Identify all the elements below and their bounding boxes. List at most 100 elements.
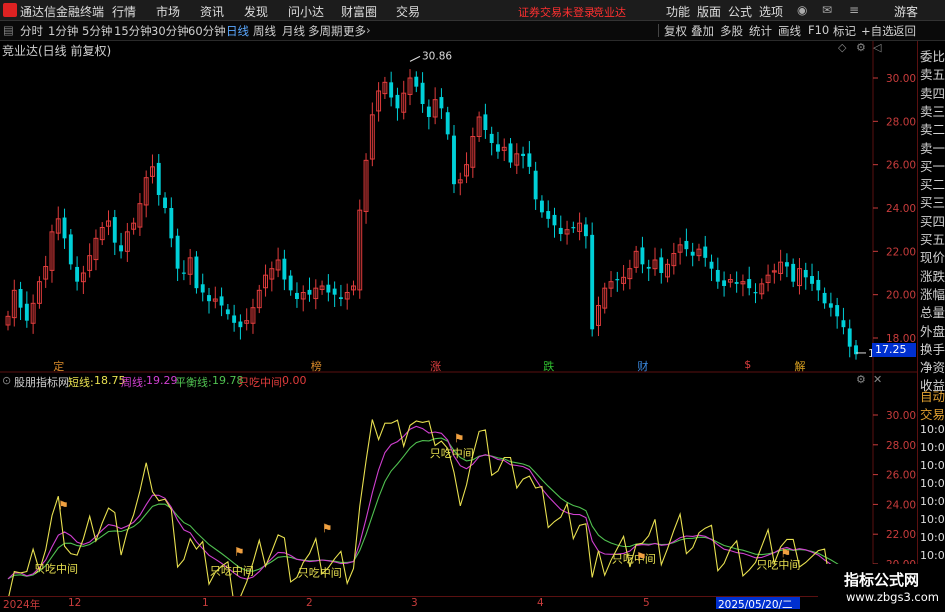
candle[interactable] — [508, 138, 513, 168]
candle[interactable] — [558, 215, 563, 242]
candle[interactable] — [344, 283, 350, 310]
menu-banmian[interactable]: 版面 — [697, 3, 721, 20]
candle[interactable] — [747, 266, 752, 296]
candle[interactable] — [124, 222, 130, 262]
list-icon[interactable]: ▤ — [3, 23, 14, 37]
period-60min[interactable]: 60分钟 — [188, 23, 226, 39]
candle[interactable] — [671, 242, 677, 275]
candle[interactable] — [784, 253, 789, 278]
candle[interactable] — [382, 76, 388, 100]
menu-wenxiaoda[interactable]: 问小达 — [288, 3, 324, 20]
period-more[interactable]: 更多 — [343, 23, 366, 39]
candle[interactable] — [119, 232, 124, 259]
candle[interactable] — [288, 270, 293, 296]
candle[interactable] — [363, 153, 369, 224]
event-marker[interactable]: 榜 — [311, 358, 322, 374]
candle[interactable] — [432, 87, 438, 125]
candle[interactable] — [49, 224, 55, 283]
candle[interactable] — [778, 249, 784, 281]
candle[interactable] — [55, 206, 61, 241]
menu-zixun[interactable]: 资讯 — [200, 3, 224, 20]
candle[interactable] — [275, 247, 281, 278]
candle[interactable] — [225, 303, 230, 320]
event-marker[interactable]: 涨 — [430, 358, 441, 374]
trade-tab[interactable]: 自动 — [920, 386, 945, 405]
candle[interactable] — [615, 271, 620, 292]
candle[interactable] — [426, 99, 431, 130]
candle[interactable] — [483, 103, 488, 139]
candle[interactable] — [282, 249, 287, 291]
candle[interactable] — [244, 308, 250, 331]
candle[interactable] — [99, 222, 105, 246]
candle[interactable] — [797, 258, 802, 295]
event-marker[interactable]: 财 — [637, 358, 648, 374]
candle[interactable] — [816, 271, 821, 301]
kline-chart[interactable]: 只吃中间⚑只吃中间⚑只吃中间⚑只吃中间⚑只吃中间⚑只吃中间⚑ 30.0028.0… — [0, 41, 917, 609]
candle[interactable] — [212, 286, 218, 309]
candle[interactable] — [722, 271, 727, 297]
candle[interactable] — [621, 264, 627, 291]
candle[interactable] — [841, 307, 846, 335]
candle[interactable] — [62, 208, 67, 249]
menu-xuanxiang[interactable]: 选项 — [759, 3, 783, 20]
candle[interactable] — [709, 254, 714, 282]
candle[interactable] — [571, 221, 576, 233]
menu-hangqing[interactable]: 行情 — [112, 3, 136, 20]
candle[interactable] — [847, 319, 852, 358]
indicator-menu-icon[interactable]: ⊙ — [2, 374, 11, 387]
candle[interactable] — [734, 271, 739, 293]
trade-tab[interactable]: 交易 — [920, 404, 945, 423]
candle[interactable] — [810, 263, 814, 291]
candle[interactable] — [489, 126, 494, 156]
candle[interactable] — [496, 131, 500, 159]
candle[interactable] — [300, 285, 306, 312]
candle[interactable] — [476, 111, 482, 142]
menu-shichang[interactable]: 市场 — [156, 3, 180, 20]
collapse-icon[interactable]: ◁ — [873, 41, 881, 54]
candle[interactable] — [464, 152, 469, 184]
candle[interactable] — [30, 294, 36, 334]
candle[interactable] — [175, 228, 180, 282]
candle[interactable] — [106, 210, 111, 236]
candle[interactable] — [332, 281, 337, 308]
candle[interactable] — [395, 87, 400, 121]
candle[interactable] — [219, 287, 224, 317]
candle[interactable] — [401, 80, 407, 120]
candle[interactable] — [627, 259, 633, 290]
period-multi[interactable]: 多周期 — [308, 23, 343, 39]
candle[interactable] — [269, 261, 275, 292]
candle[interactable] — [854, 339, 858, 360]
candle[interactable] — [420, 72, 425, 113]
menu-caifuquan[interactable]: 财富圈 — [341, 3, 377, 20]
candle[interactable] — [452, 125, 456, 194]
candle[interactable] — [319, 280, 325, 295]
candle[interactable] — [696, 243, 702, 262]
candle[interactable] — [539, 195, 544, 218]
menu-gongneng[interactable]: 功能 — [666, 3, 690, 20]
candle[interactable] — [181, 260, 186, 281]
candle[interactable] — [207, 287, 211, 314]
btn-add-watchlist[interactable]: +自选 — [861, 23, 894, 39]
period-fenshi[interactable]: 分时 — [20, 23, 43, 39]
btn-huaxian[interactable]: 画线 — [778, 23, 801, 39]
btn-back[interactable]: 返回 — [893, 23, 916, 39]
candle[interactable] — [633, 245, 639, 273]
candle[interactable] — [445, 106, 450, 140]
candle[interactable] — [727, 274, 733, 288]
candle[interactable] — [112, 209, 117, 256]
period-1min[interactable]: 1分钟 — [48, 23, 78, 39]
candle[interactable] — [376, 82, 382, 122]
user-guest[interactable]: 游客 — [894, 3, 918, 20]
candle[interactable] — [131, 217, 137, 235]
event-marker[interactable]: 解 — [794, 358, 805, 374]
gear-icon[interactable]: ⚙ — [856, 41, 866, 54]
login-warning[interactable]: 证券交易未登录 — [518, 4, 595, 20]
candle[interactable] — [24, 291, 29, 328]
candle[interactable] — [803, 262, 808, 290]
indicator-gear-icon[interactable]: ⚙ — [856, 373, 866, 386]
candle[interactable] — [137, 193, 143, 236]
candle[interactable] — [307, 277, 312, 302]
candle[interactable] — [602, 282, 608, 314]
candle[interactable] — [533, 161, 538, 210]
btn-diejia[interactable]: 叠加 — [691, 23, 714, 39]
